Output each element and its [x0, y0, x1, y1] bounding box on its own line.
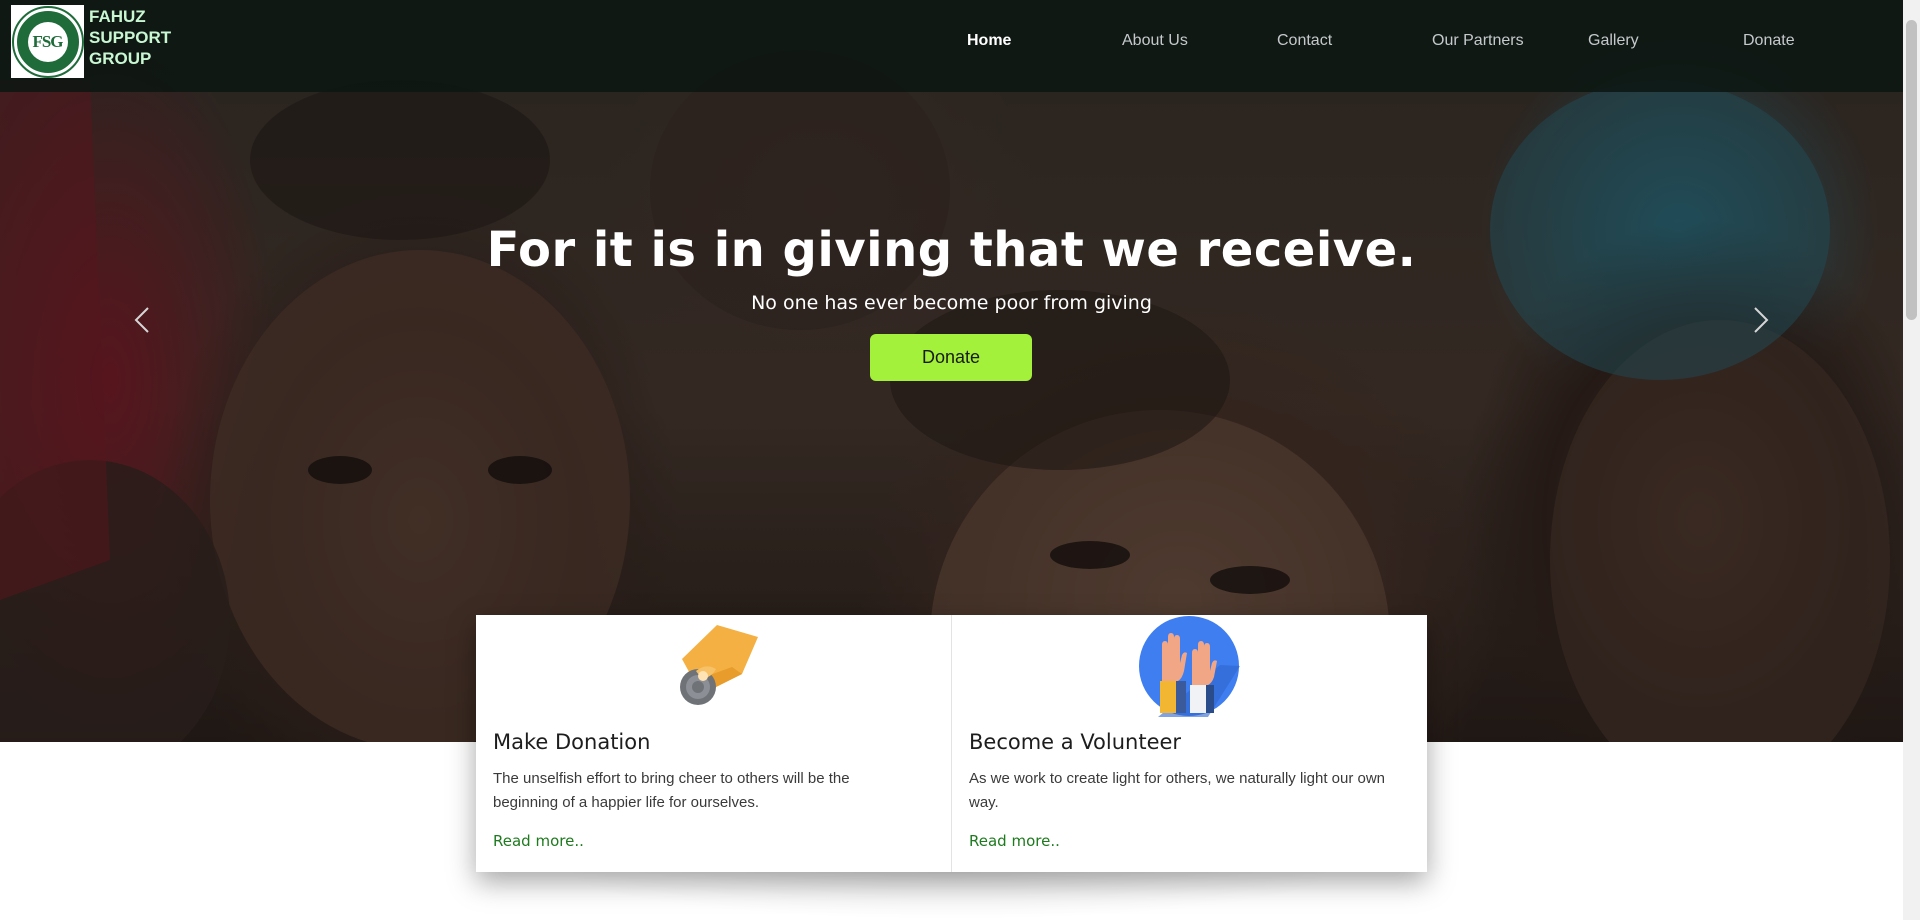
carousel-next-button[interactable]	[1745, 300, 1775, 340]
brand-line-1: FAHUZ	[89, 7, 146, 26]
logo-ring: FSG	[11, 5, 84, 78]
chevron-left-icon	[134, 307, 149, 333]
hero-donate-button[interactable]: Donate	[870, 334, 1032, 381]
logo-mark: FSG	[32, 31, 63, 51]
nav-contact[interactable]: Contact	[1277, 32, 1332, 50]
scrollbar-thumb[interactable]	[1906, 20, 1917, 320]
card-text: As we work to create light for others, w…	[969, 770, 1386, 811]
section-shadow	[560, 872, 1340, 920]
nav-about-us[interactable]: About Us	[1122, 32, 1188, 50]
feature-cards: Make Donation The unselfish effort to br…	[476, 615, 1427, 872]
brand-name[interactable]: FAHUZ SUPPORT GROUP	[89, 6, 171, 69]
hero-title: For it is in giving that we receive.	[486, 222, 1417, 278]
logo[interactable]: FSG	[11, 5, 84, 78]
brand-line-3: GROUP	[89, 49, 152, 68]
brand-line-2: SUPPORT	[89, 28, 172, 47]
hand-coin-icon	[680, 625, 758, 705]
raised-hands-icon	[1139, 616, 1240, 717]
card-title: Become a Volunteer	[969, 730, 1182, 754]
nav-gallery[interactable]: Gallery	[1588, 32, 1639, 50]
carousel-prev-button[interactable]	[128, 300, 158, 340]
chevron-right-icon	[1754, 307, 1769, 333]
read-more-link[interactable]: Read more..	[493, 832, 584, 850]
read-more-link[interactable]: Read more..	[969, 832, 1060, 850]
logo-inner: FSG	[27, 21, 68, 62]
nav-donate[interactable]: Donate	[1743, 32, 1795, 50]
card-text: The unselfish effort to bring cheer to o…	[493, 770, 850, 811]
nav-home[interactable]: Home	[967, 32, 1011, 50]
card-become-volunteer: Become a Volunteer As we work to create …	[951, 615, 1426, 872]
navbar: FSG FAHUZ SUPPORT GROUP Home About Us Co…	[0, 0, 1903, 92]
hero-subtitle: No one has ever become poor from giving	[751, 292, 1152, 314]
card-title: Make Donation	[493, 730, 651, 754]
card-make-donation: Make Donation The unselfish effort to br…	[476, 615, 951, 872]
nav-our-partners[interactable]: Our Partners	[1432, 32, 1524, 50]
